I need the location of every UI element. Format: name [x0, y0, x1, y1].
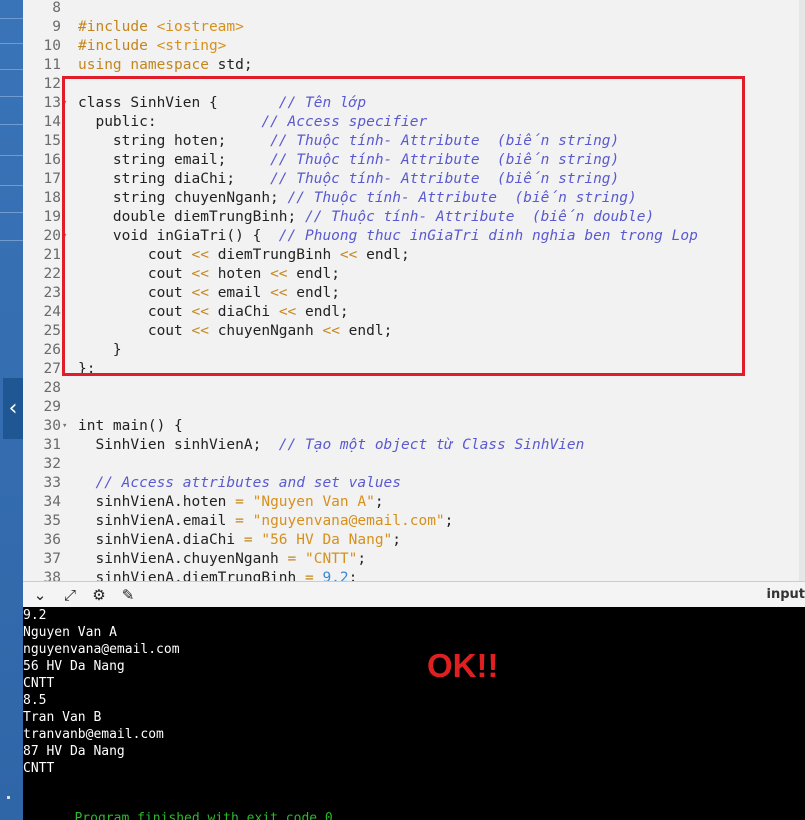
code-line[interactable]: 29 [23, 398, 805, 417]
expand-icon[interactable]: ⤢ [60, 585, 80, 605]
line-number: 30 [43, 418, 61, 434]
code-line[interactable]: 9 #include <iostream> [23, 18, 805, 37]
console-output-line: 9.2 [23, 608, 47, 623]
line-number: 19 [43, 209, 61, 225]
line-number: 27 [43, 361, 61, 377]
console-output-line: tranvanb@email.com [23, 727, 164, 742]
console-toolbar: ⌄ ⤢ ⚙ ✎ input [23, 581, 805, 608]
line-number: 29 [43, 399, 61, 415]
code-line[interactable]: 28 [23, 379, 805, 398]
left-panel-divider [0, 240, 23, 241]
code-line[interactable]: 10 #include <string> [23, 37, 805, 56]
class-highlight-box [62, 76, 745, 376]
code-text: sinhVienA.hoten = "Nguyen Van A"; [78, 494, 384, 510]
console-output-line: Tran Van B [23, 710, 102, 725]
code-line[interactable]: 35 sinhVienA.email = "nguyenvana@email.c… [23, 512, 805, 531]
code-line[interactable]: 8 [23, 0, 805, 18]
line-number: 36 [43, 532, 61, 548]
left-panel-divider [0, 155, 23, 156]
console-output-line: CNTT [23, 761, 55, 776]
editor-scrollbar[interactable] [799, 0, 805, 581]
line-number: 20 [43, 228, 61, 244]
line-number: 35 [43, 513, 61, 529]
line-number: 9 [52, 19, 61, 35]
left-panel-divider [0, 212, 23, 213]
code-text: sinhVienA.email = "nguyenvana@email.com"… [78, 513, 454, 529]
console-output-line: 56 HV Da Nang [23, 659, 125, 674]
line-number: 22 [43, 266, 61, 282]
line-number: 37 [43, 551, 61, 567]
code-line[interactable]: 11 using namespace std; [23, 56, 805, 75]
code-text: #include <iostream> [78, 19, 244, 35]
code-text: #include <string> [78, 38, 227, 54]
code-editor[interactable]: 8 9 #include <iostream> 10 #include <string>… [23, 0, 805, 581]
line-number: 26 [43, 342, 61, 358]
code-text: sinhVienA.diemTrungBinh = 9.2; [78, 570, 358, 581]
collapse-sidebar-button[interactable]: ‹ [3, 378, 23, 439]
console-output-line: CNTT [23, 676, 55, 691]
line-number: 11 [43, 57, 61, 73]
code-line[interactable]: 30 ▾ int main() { [23, 417, 805, 436]
line-number: 12 [43, 76, 61, 92]
left-panel-divider [0, 69, 23, 70]
chevron-left-icon: ‹ [8, 396, 18, 421]
line-number: 21 [43, 247, 61, 263]
line-number: 34 [43, 494, 61, 510]
code-text: using namespace std; [78, 57, 253, 73]
code-line[interactable]: 37 sinhVienA.chuyenNganh = "CNTT"; [23, 550, 805, 569]
left-panel-divider [0, 185, 23, 186]
tab-input[interactable]: input [767, 587, 805, 602]
line-number: 31 [43, 437, 61, 453]
code-text: sinhVienA.chuyenNganh = "CNTT"; [78, 551, 367, 567]
code-text: // Access attributes and set values [95, 475, 402, 491]
code-text: int main() { [78, 418, 183, 434]
code-text: SinhVien sinhVienA; // Tạo một object từ… [78, 437, 585, 453]
console-output-line: 87 HV Da Nang [23, 744, 125, 759]
ok-overlay-text: OK!! [427, 647, 499, 684]
code-text: sinhVienA.diaChi = "56 HV Da Nang"; [78, 532, 402, 548]
line-number: 28 [43, 380, 61, 396]
line-number: 38 [43, 570, 61, 581]
clear-console-icon[interactable]: ✎ [118, 585, 138, 605]
code-line[interactable]: 34 sinhVienA.hoten = "Nguyen Van A"; [23, 493, 805, 512]
line-number: 25 [43, 323, 61, 339]
left-panel-divider [0, 124, 23, 125]
line-number: 13 [43, 95, 61, 111]
line-number: 24 [43, 304, 61, 320]
program-finished-text: ...Program finished with exit code 0 [51, 811, 333, 820]
line-number: 23 [43, 285, 61, 301]
line-number: 17 [43, 171, 61, 187]
code-line[interactable]: 33 // Access attributes and set values [23, 474, 805, 493]
chevron-down-icon[interactable]: ⌄ [30, 585, 50, 605]
code-line[interactable]: 32 [23, 455, 805, 474]
line-number: 15 [43, 133, 61, 149]
console-output[interactable]: 9.2 Nguyen Van A nguyenvana@email.com 56 HV… [23, 607, 805, 820]
console-output-line: 8.5 [23, 693, 47, 708]
line-number: 10 [43, 38, 61, 54]
line-number: 33 [43, 475, 61, 491]
line-number: 18 [43, 190, 61, 206]
code-line[interactable]: 36 sinhVienA.diaChi = "56 HV Da Nang"; [23, 531, 805, 550]
fold-arrow-icon[interactable]: ▾ [62, 417, 67, 436]
left-panel-divider [0, 18, 23, 19]
console-output-line: Nguyen Van A [23, 625, 117, 640]
left-panel-divider [0, 43, 23, 44]
line-number: 32 [43, 456, 61, 472]
line-number: 16 [43, 152, 61, 168]
code-line[interactable]: 31 SinhVien sinhVienA; // Tạo một object… [23, 436, 805, 455]
gear-icon[interactable]: ⚙ [89, 585, 109, 605]
line-number: 8 [52, 0, 61, 16]
line-number: 14 [43, 114, 61, 130]
code-line[interactable]: 38 sinhVienA.diemTrungBinh = 9.2; [23, 569, 805, 581]
console-output-line: nguyenvana@email.com [23, 642, 180, 657]
left-panel-divider [0, 96, 23, 97]
status-dot [7, 796, 10, 799]
